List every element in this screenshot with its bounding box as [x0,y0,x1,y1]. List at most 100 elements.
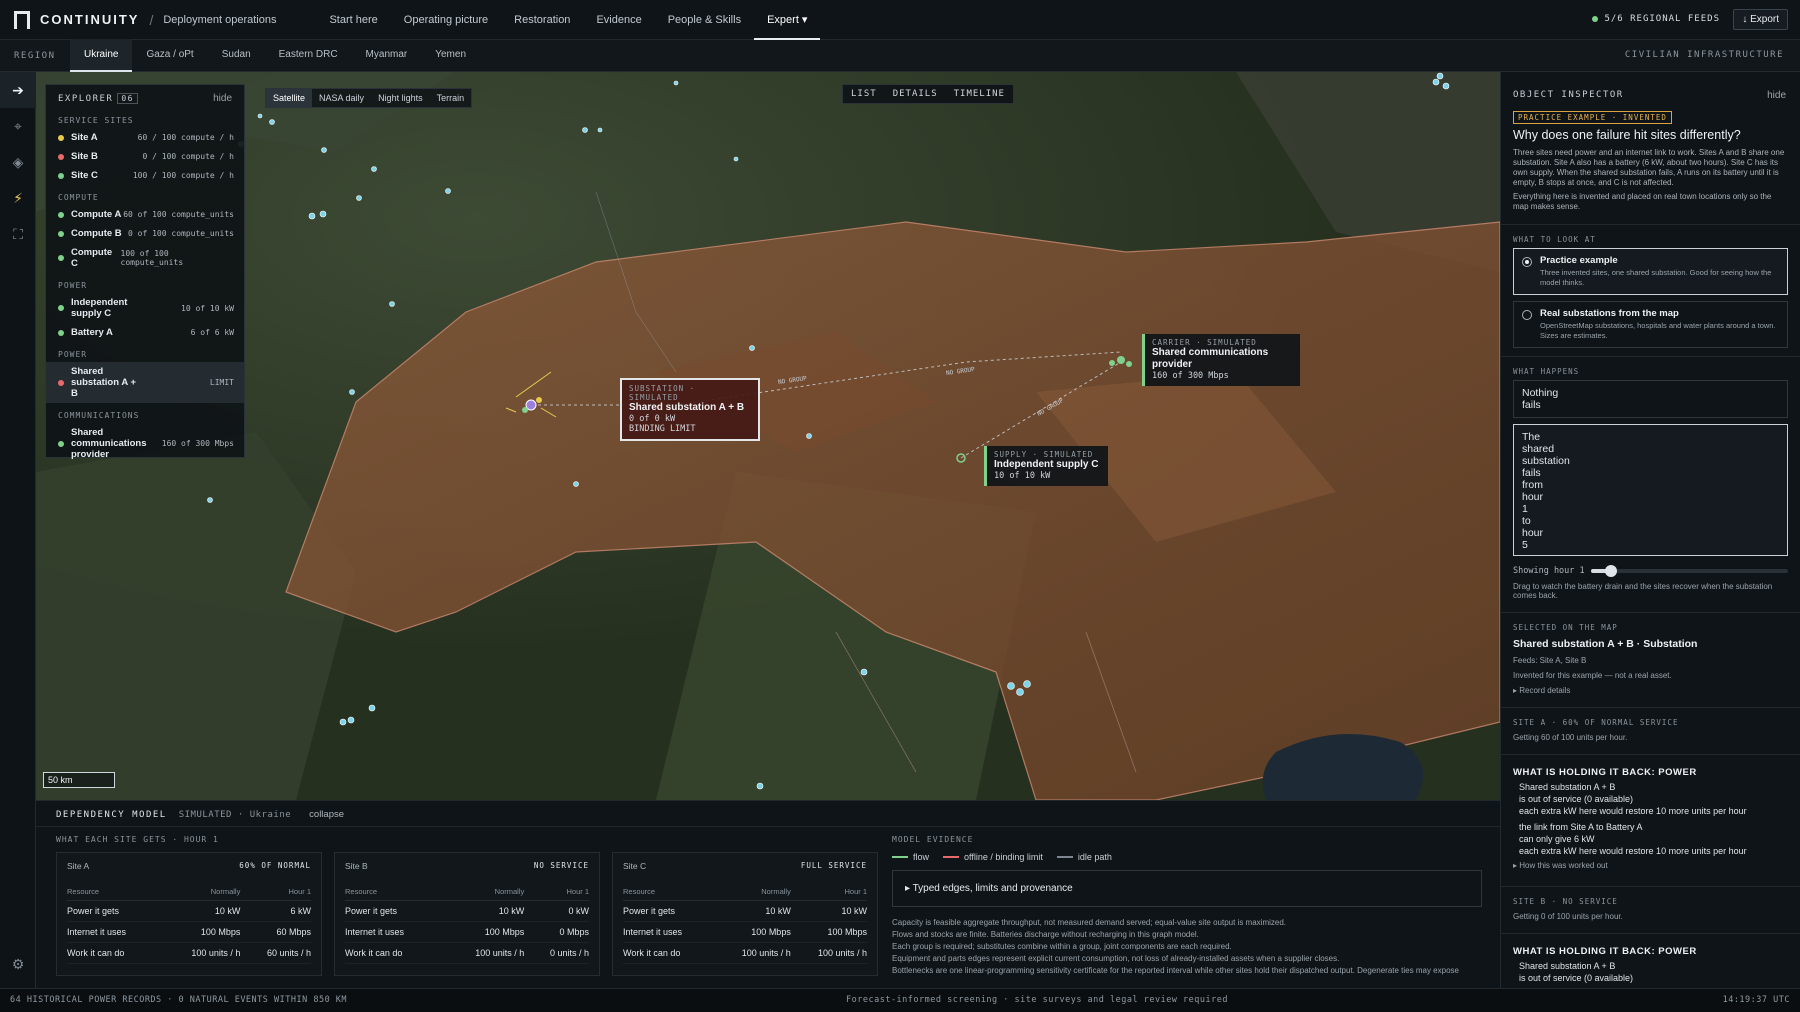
breadcrumb-separator: / [149,11,154,28]
region-tab[interactable]: Yemen [421,39,480,72]
table-cell: 100 Mbps [161,921,241,943]
region-tab[interactable]: Eastern DRC [265,39,352,72]
view-tab[interactable]: TIMELINE [946,85,1013,103]
explorer-item-name: Compute C [71,247,113,269]
status-dot-icon [58,211,64,218]
map-canvas[interactable]: NO GROUP NO GROUP NO GROUP SUBSTATION · … [36,72,1500,800]
nav-item[interactable]: Restoration [501,0,583,40]
explorer-item-value: 10 of 10 kW [181,303,234,313]
crosshair-icon[interactable]: ⌖ [0,108,36,144]
settings-gear-icon[interactable]: ⚙ [0,946,36,982]
explorer-item[interactable]: Compute C 100 of 100 compute_units [46,243,244,273]
explorer-item[interactable]: Compute A 60 of 100 compute_units [46,205,244,224]
layer-button[interactable]: Terrain [430,89,472,107]
lightning-icon[interactable]: ⚡ [0,180,36,216]
explorer-item-name: Site B [71,151,98,162]
nav-item[interactable]: Evidence [583,0,654,40]
nav-item[interactable]: People & Skills [655,0,754,40]
region-tab[interactable]: Gaza / oPt [132,39,207,72]
record-details-toggle[interactable]: ▸ Record details [1501,684,1800,699]
explorer-item[interactable]: Site C 100 / 100 compute / h [46,166,244,185]
what-happens-label: WHAT HAPPENS [1513,367,1580,376]
map-label-supply[interactable]: SUPPLY · SIMULATED Independent supply C … [984,446,1108,486]
left-tool-rail: ➔ ⌖ ◈ ⚡ ⛶ ⚙ [0,72,36,988]
map-label-substation[interactable]: SUBSTATION · SIMULATED Shared substation… [620,378,760,441]
how-worked-out-toggle[interactable]: ▸ How this was worked out [1513,859,1788,874]
scenario-word: hour [1522,491,1544,503]
feeds-label: 5/6 REGIONAL FEEDS [1604,14,1720,24]
inspector-hide-button[interactable]: hide [1767,90,1786,101]
status-clock: 14:19:37 UTC [1722,995,1790,1005]
map-label-value: 0 of 0 kW [629,414,676,424]
typed-edges-toggle[interactable]: ▸ Typed edges, limits and provenance [892,870,1482,907]
option-real-substations[interactable]: Real substations from the map OpenStreet… [1513,301,1788,348]
nav-item[interactable]: Expert ▾ [754,0,821,40]
explorer-item[interactable]: Compute B 0 of 100 compute_units [46,224,244,243]
regional-feeds-status[interactable]: 5/6 REGIONAL FEEDS [1592,14,1720,24]
evidence-line: Flows and stocks are finite. Batteries d… [892,930,1199,939]
legend-swatch-icon [943,856,960,858]
navigate-arrow-icon[interactable]: ➔ [0,72,36,108]
inspector-title: OBJECT INSPECTOR [1513,90,1624,100]
region-tab[interactable]: Ukraine [70,39,133,72]
explorer-item-main: Battery A [58,327,113,338]
layer-button[interactable]: Night lights [371,89,430,107]
layer-button[interactable]: NASA daily [312,89,371,107]
scenario-word: shared [1522,443,1555,455]
map-label-kind: CARRIER · SIMULATED [1152,338,1257,347]
scenario-nothing-fails[interactable]: Nothing fails [1513,380,1788,418]
collapse-button[interactable]: collapse [309,809,344,820]
logo[interactable]: CONTINUITY [14,10,139,29]
table-cell: 0 kW [524,900,589,922]
explorer-hide-button[interactable]: hide [213,93,232,104]
scenario-word: hour [1522,527,1544,539]
legend-label: flow [913,852,930,862]
layers-diamond-icon[interactable]: ◈ [0,144,36,180]
holding-back-line: the link from Site A to Battery A [1519,822,1643,832]
map-label-extra: BINDING LIMIT [629,424,696,434]
explorer-item[interactable]: Shared communications provider 160 of 300… [46,423,244,464]
fullscreen-icon[interactable]: ⛶ [0,216,36,252]
table-cell: 100 Mbps [790,921,867,943]
nav-item[interactable]: Operating picture [391,0,501,40]
hour-slider-knob[interactable] [1604,565,1617,577]
table-header: Resource [67,885,162,901]
explorer-item-name: Site A [71,132,98,143]
explorer-group-label: COMPUTE [58,193,99,202]
holding-back-line: is out of service (0 available) [1519,973,1634,983]
explorer-item[interactable]: Site B 0 / 100 compute / h [46,147,244,166]
hour-slider-row: Showing hour 1 [1501,562,1800,580]
table-header: Resource [345,885,443,901]
breadcrumb[interactable]: Deployment operations [163,14,276,26]
holding-back-lines: Shared substation A + B is out of service… [1513,960,1788,984]
explorer-item-value: 160 of 300 Mbps [161,439,234,448]
region-tab[interactable]: Sudan [208,39,265,72]
option-practice-example[interactable]: Practice example Three invented sites, o… [1513,248,1788,295]
view-tab[interactable]: LIST [843,85,885,103]
scenario-substation-fails[interactable]: The shared substation fails from hour 1 to hour 5 [1513,424,1788,556]
nav-item[interactable]: Start here [316,0,390,40]
site-cards: Site A 60% OF NORMAL Resource Normally Hour … [56,852,896,976]
explorer-item[interactable]: Site A 60 / 100 compute / h [46,128,244,147]
legend-label: idle path [1077,852,1112,862]
explorer-item[interactable]: Shared substation A + B LIMIT [46,362,244,403]
main-nav: Start here Operating picture Restoration Ev… [316,0,821,40]
map-label-carrier[interactable]: CARRIER · SIMULATED Shared communication… [1142,334,1300,386]
table-cell: Internet it uses [67,921,162,943]
table-cell: 100 units / h [714,942,791,964]
hour-slider[interactable] [1591,565,1788,577]
scenario-word: substation [1522,455,1570,467]
explorer-item-value: 0 / 100 compute / h [142,152,234,161]
layer-button[interactable]: Satellite [266,89,313,107]
table-cell: 0 Mbps [524,921,589,943]
export-button[interactable]: ↓ Export [1733,9,1788,30]
model-evidence-label: MODEL EVIDENCE [892,835,974,844]
explorer-item[interactable]: Battery A 6 of 6 kW [46,323,244,342]
table-cell: 10 kW [790,900,867,922]
logo-mark-icon [14,10,30,29]
region-tab[interactable]: Myanmar [352,39,422,72]
view-tab[interactable]: DETAILS [885,85,946,103]
table-row: Work it can do 100 units / h0 units / h [345,942,589,964]
explorer-item[interactable]: Independent supply C 10 of 10 kW [46,293,244,323]
evidence-notes: Capacity is feasible aggregate throughpu… [892,917,1482,977]
